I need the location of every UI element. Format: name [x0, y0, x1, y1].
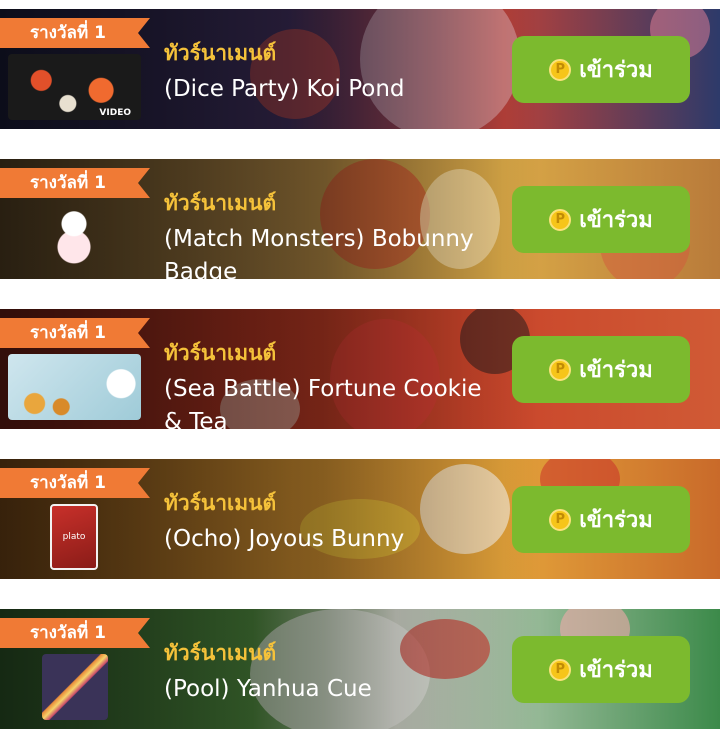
join-label: เข้าร่วม — [579, 58, 653, 83]
join-button[interactable]: P เข้าร่วม — [512, 486, 690, 553]
video-label: VIDEO — [99, 108, 131, 118]
coin-icon: P — [549, 658, 572, 681]
card-title: ทัวร์นาเมนต์ — [164, 491, 277, 515]
tournament-card-yanhua-cue[interactable]: รางวัลที่ 1 ทัวร์นาเมนต์ (Pool) Yanhua C… — [0, 609, 720, 729]
join-label: เข้าร่วม — [579, 508, 653, 533]
join-label: เข้าร่วม — [579, 208, 653, 233]
card-title: ทัวร์นาเมนต์ — [164, 191, 277, 215]
prize-thumbnail-pool-cue — [42, 654, 108, 720]
prize-name: (Ocho) Joyous Bunny — [164, 526, 405, 552]
tournament-card-fortune-cookie[interactable]: รางวัลที่ 1 ทัวร์นาเมนต์ (Sea Battle) Fo… — [0, 309, 720, 429]
tournament-card-bobunny-badge[interactable]: รางวัลที่ 1 ทัวร์นาเมนต์ (Match Monsters… — [0, 159, 720, 279]
plato-label: plato — [62, 532, 86, 542]
coin-icon: P — [549, 58, 572, 81]
join-button[interactable]: P เข้าร่วม — [512, 186, 690, 253]
card-title: ทัวร์นาเมนต์ — [164, 41, 277, 65]
join-button[interactable]: P เข้าร่วม — [512, 36, 690, 103]
card-title: ทัวร์นาเมนต์ — [164, 341, 277, 365]
prize-name: (Pool) Yanhua Cue — [164, 676, 372, 702]
join-label: เข้าร่วม — [579, 658, 653, 683]
join-button[interactable]: P เข้าร่วม — [512, 636, 690, 703]
prize-badge: รางวัลที่ 1 — [0, 468, 150, 498]
card-title: ทัวร์นาเมนต์ — [164, 641, 277, 665]
coin-icon: P — [549, 508, 572, 531]
join-label: เข้าร่วม — [579, 358, 653, 383]
prize-thumbnail-cookie-tea — [8, 354, 141, 420]
tournament-card-joyous-bunny[interactable]: รางวัลที่ 1 plato ทัวร์นาเมนต์ (Ocho) Jo… — [0, 459, 720, 579]
join-button[interactable]: P เข้าร่วม — [512, 336, 690, 403]
prize-badge: รางวัลที่ 1 — [0, 168, 150, 198]
prize-badge: รางวัลที่ 1 — [0, 18, 150, 48]
prize-badge: รางวัลที่ 1 — [0, 618, 150, 648]
tournament-card-koi-pond[interactable]: รางวัลที่ 1 VIDEO ทัวร์นาเมนต์ (Dice Par… — [0, 9, 720, 129]
prize-name: (Dice Party) Koi Pond — [164, 76, 405, 102]
coin-icon: P — [549, 358, 572, 381]
prize-thumbnail-koi: VIDEO — [8, 54, 141, 120]
prize-thumbnail-plato-card: plato — [50, 504, 98, 570]
prize-badge: รางวัลที่ 1 — [0, 318, 150, 348]
coin-icon: P — [549, 208, 572, 231]
prize-thumbnail-bunny-badge — [50, 204, 98, 270]
prize-name: (Sea Battle) Fortune Cookie & Tea — [164, 376, 482, 429]
prize-name: (Match Monsters) Bobunny Badge — [164, 226, 474, 279]
